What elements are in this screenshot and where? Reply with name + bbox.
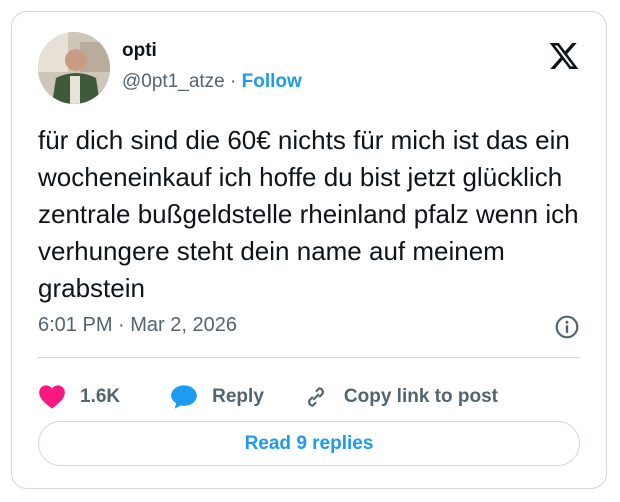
divider	[38, 357, 580, 358]
reply-label: Reply	[212, 386, 264, 407]
action-bar: 1.6K Reply Copy link to post	[38, 372, 498, 422]
link-icon	[307, 387, 324, 407]
follow-button[interactable]: Follow	[242, 71, 302, 92]
copy-link-label: Copy link to post	[343, 386, 498, 407]
avatar[interactable]	[38, 32, 110, 104]
reply-button[interactable]: Reply	[170, 384, 302, 410]
author-handle-row: @0pt1_atze · Follow	[122, 71, 302, 93]
tweet-timestamp[interactable]: 6:01 PM · Mar 2, 2026	[38, 314, 237, 337]
author-handle[interactable]: @0pt1_atze	[122, 71, 225, 92]
copy-link-button[interactable]: Copy link to post	[302, 384, 498, 410]
x-logo-icon[interactable]	[548, 40, 580, 72]
tweet-card: opti @0pt1_atze · Follow für dich sind d…	[11, 11, 607, 489]
separator-dot: ·	[230, 71, 237, 92]
like-count: 1.6K	[80, 386, 121, 407]
info-icon[interactable]	[554, 314, 580, 340]
speech-bubble-icon	[171, 385, 197, 409]
like-button[interactable]: 1.6K	[38, 384, 170, 410]
author-name[interactable]: opti	[122, 40, 157, 62]
heart-icon	[39, 385, 65, 409]
read-replies-button[interactable]: Read 9 replies	[38, 421, 580, 466]
tweet-text: für dich sind die 60€ nichts für mich is…	[38, 125, 579, 303]
